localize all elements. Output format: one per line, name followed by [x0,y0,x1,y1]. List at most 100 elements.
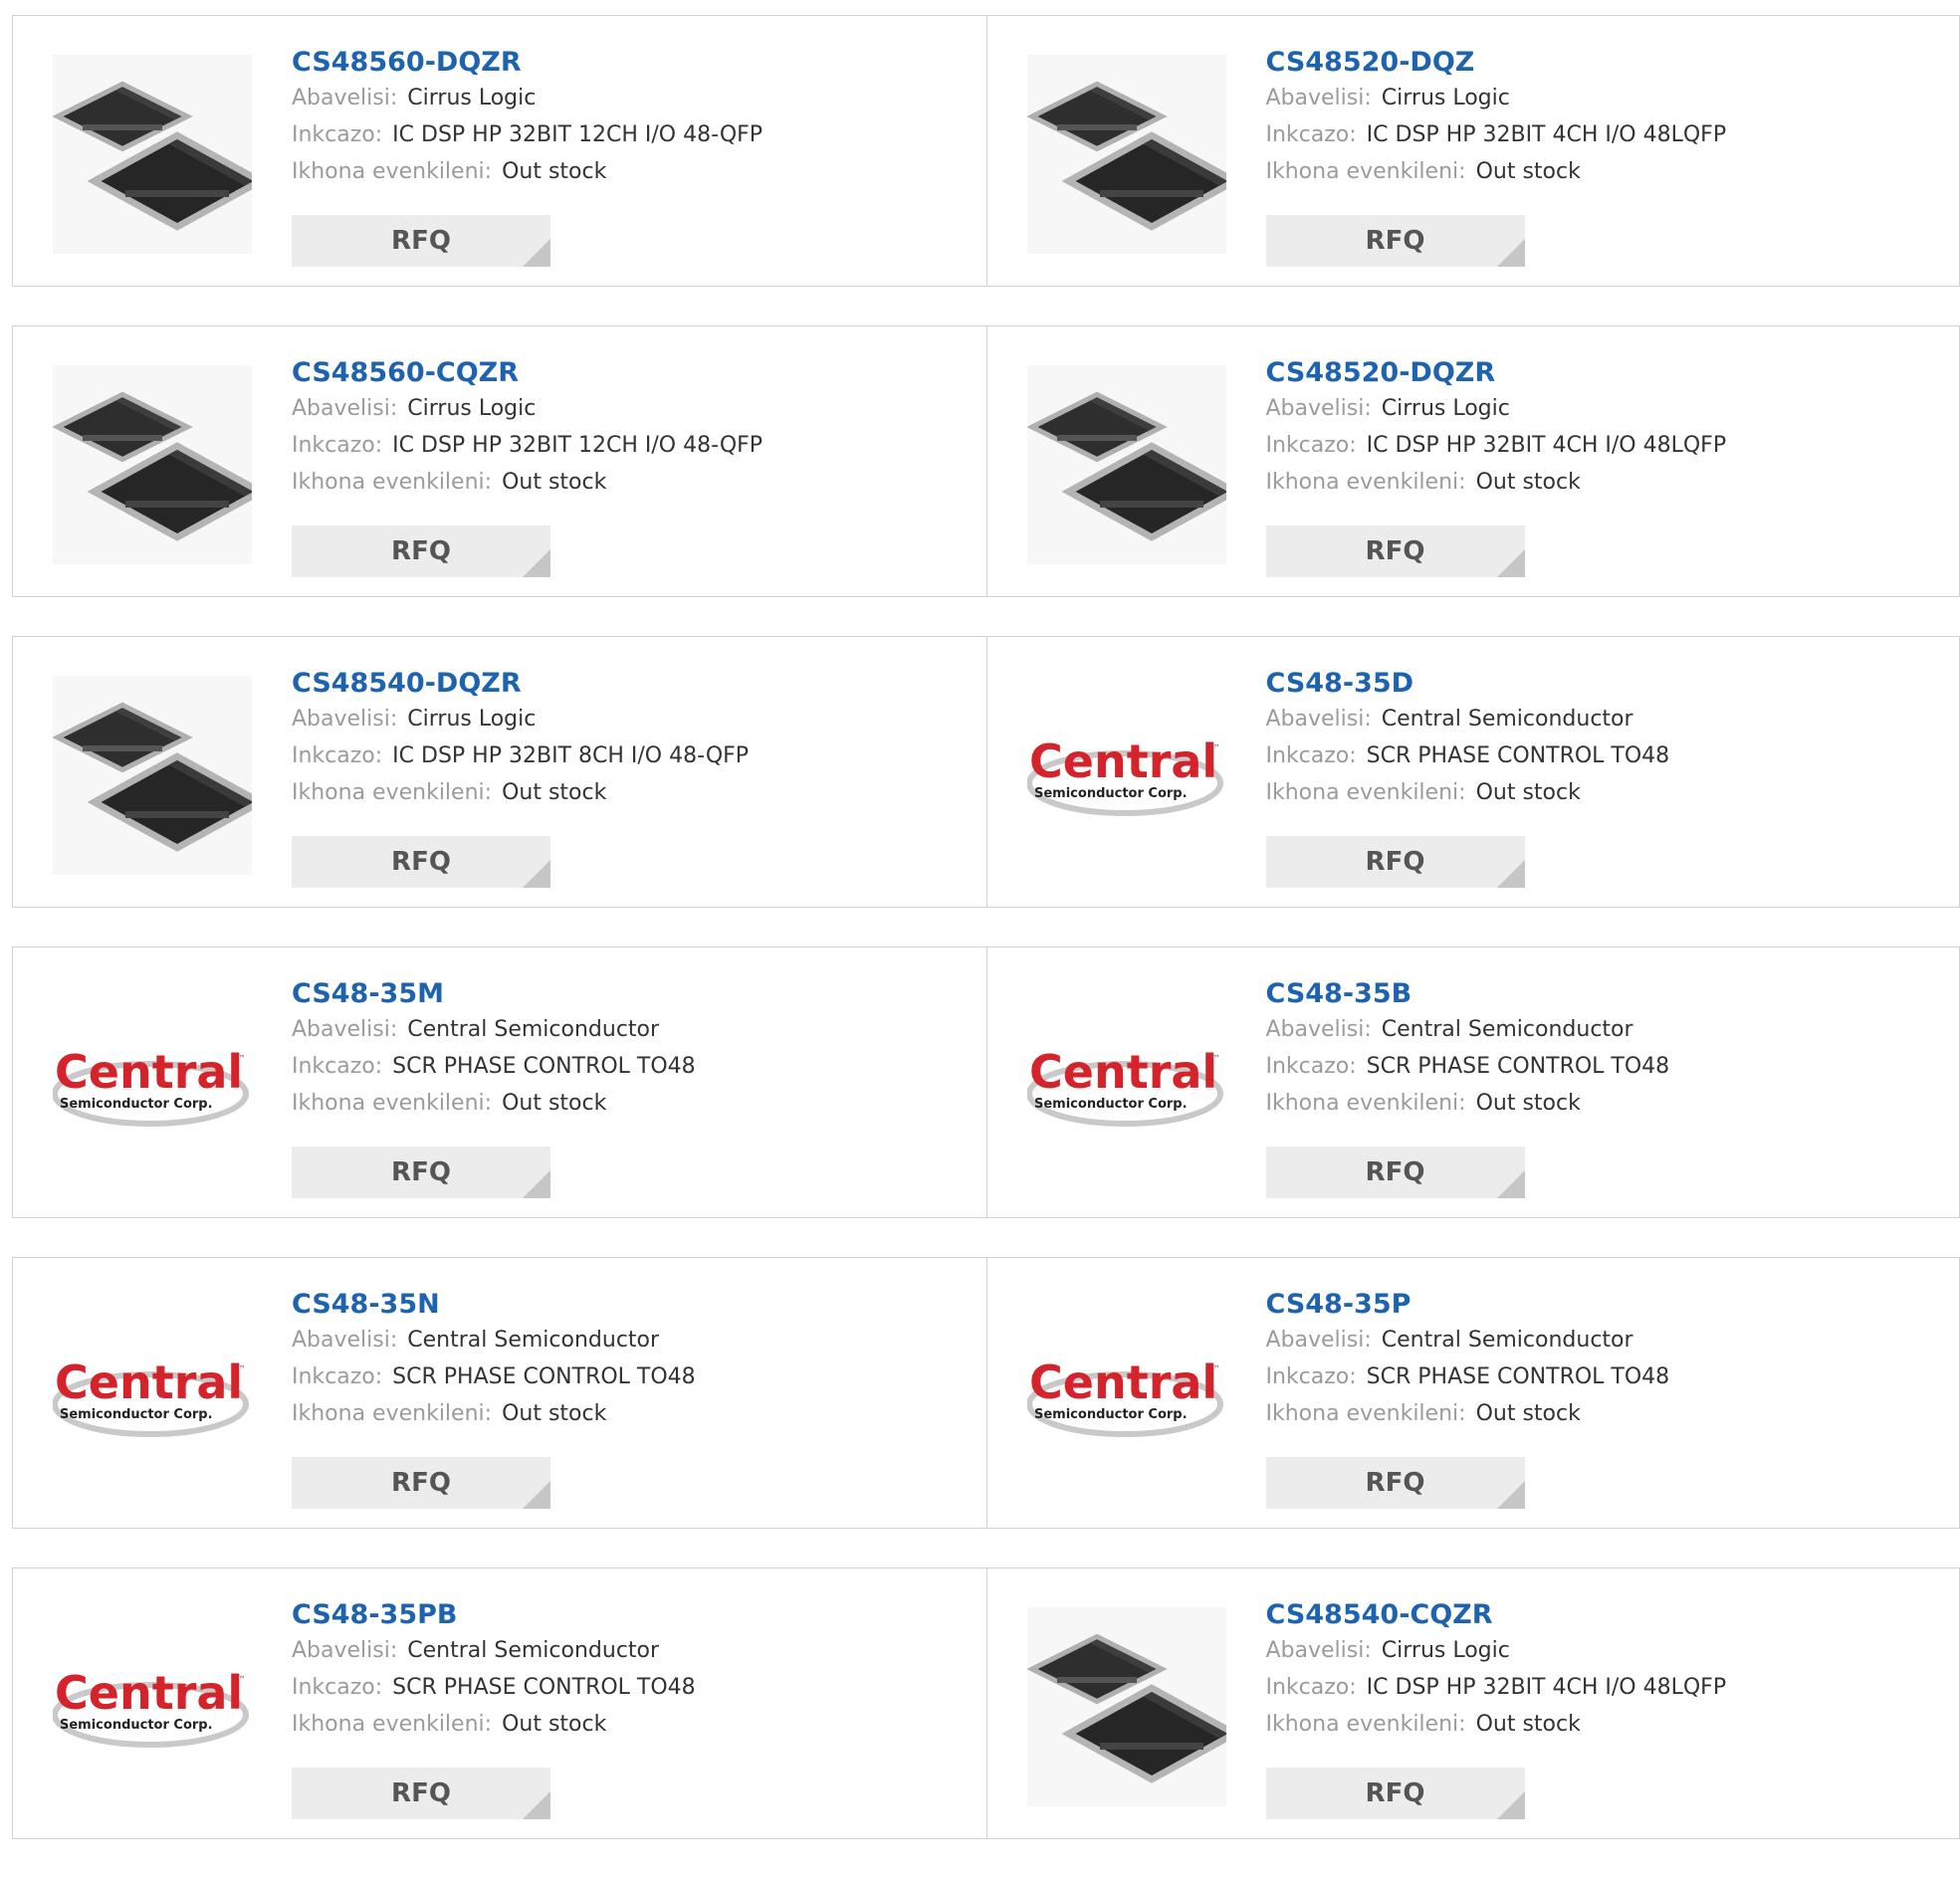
rfq-label: RFQ [391,1468,451,1498]
rfq-button[interactable]: RFQ [1265,836,1525,888]
product-image[interactable] [52,676,268,875]
product-image[interactable] [1025,1607,1242,1806]
rfq-label: RFQ [391,1157,451,1187]
description-label: Inkcazo: [292,1364,383,1389]
part-number-link[interactable]: CS48-35PB [292,1598,967,1632]
product-image[interactable]: Central ™ Semiconductor Corp. [1025,986,1226,1185]
product-image[interactable]: Central ™ Semiconductor Corp. [1025,676,1226,875]
rfq-label: RFQ [391,1778,451,1808]
product-image[interactable]: Central ™ Semiconductor Corp. [1025,1297,1226,1496]
part-number-link[interactable]: CS48520-DQZR [1266,356,1940,390]
manufacturer-value: Cirrus Logic [1381,1638,1510,1663]
rfq-button[interactable]: RFQ [1265,215,1525,267]
part-number-link[interactable]: CS48560-DQZR [292,46,967,80]
part-number-link[interactable]: CS48-35N [292,1288,967,1322]
part-number-link[interactable]: CS48-35M [292,977,967,1011]
product-info: CS48520-DQZ Abavelisi: Cirrus Logic Inkca… [1266,46,1940,190]
description-line: Inkcazo: SCR PHASE CONTROL TO48 [1266,1358,1940,1395]
manufacturer-line: Abavelisi: Cirrus Logic [1266,390,1940,427]
manufacturer-line: Abavelisi: Central Semiconductor [1266,1011,1940,1048]
description-label: Inkcazo: [292,1675,383,1700]
description-line: Inkcazo: SCR PHASE CONTROL TO48 [292,1358,967,1395]
product-image[interactable] [1025,55,1242,254]
logo-tm: ™ [236,1675,246,1686]
product-image[interactable]: Central ™ Semiconductor Corp. [52,1607,252,1806]
logo-sub: Semiconductor Corp. [60,1718,213,1733]
manufacturer-value: Cirrus Logic [407,707,537,731]
stock-line: Ikhona evenkileni: Out stock [1266,1395,1940,1432]
manufacturer-label: Abavelisi: [1265,1328,1372,1353]
manufacturer-line: Abavelisi: Cirrus Logic [1266,1632,1940,1669]
corner-triangle-icon [1496,239,1525,267]
rfq-button[interactable]: RFQ [292,1457,550,1509]
part-number-link[interactable]: CS48520-DQZ [1266,46,1940,80]
stock-line: Ikhona evenkileni: Out stock [292,153,967,190]
manufacturer-line: Abavelisi: Central Semiconductor [1266,1322,1940,1358]
logo-brand: Central [55,1045,243,1099]
rfq-button[interactable]: RFQ [292,836,550,888]
rfq-button[interactable]: RFQ [292,1147,550,1198]
stock-line: Ikhona evenkileni: Out stock [292,1706,967,1743]
product-image[interactable]: Central ™ Semiconductor Corp. [52,986,252,1185]
product-image[interactable] [52,55,268,254]
stock-value: Out stock [502,1091,607,1116]
stock-label: Ikhona evenkileni: [292,1091,493,1116]
description-label: Inkcazo: [1265,122,1357,147]
rfq-button[interactable]: RFQ [292,525,550,577]
rfq-label: RFQ [391,536,451,566]
part-number-link[interactable]: CS48-35B [1266,977,1940,1011]
logo-tm: ™ [1210,1054,1220,1065]
logo-brand: Central [55,1666,243,1720]
product-row: Central ™ Semiconductor Corp. CS48-35PB … [12,1567,1960,1839]
description-line: Inkcazo: SCR PHASE CONTROL TO48 [1266,1048,1940,1085]
manufacturer-value: Central Semiconductor [407,1017,660,1042]
manufacturer-line: Abavelisi: Cirrus Logic [292,80,967,116]
rfq-label: RFQ [1365,226,1425,256]
description-value: IC DSP HP 32BIT 12CH I/O 48-QFP [392,433,763,458]
product-card: Central ™ Semiconductor Corp. CS48-35M A… [13,947,986,1217]
description-value: SCR PHASE CONTROL TO48 [1366,743,1670,768]
qfp-chip-icon [52,365,268,564]
rfq-button[interactable]: RFQ [1265,1457,1525,1509]
corner-triangle-icon [523,239,550,267]
manufacturer-label: Abavelisi: [292,86,398,110]
manufacturer-line: Abavelisi: Cirrus Logic [292,701,967,737]
product-image[interactable] [52,365,268,564]
stock-line: Ikhona evenkileni: Out stock [292,774,967,811]
product-image[interactable]: Central ™ Semiconductor Corp. [52,1297,252,1496]
logo-tm: ™ [236,1054,246,1065]
part-number-link[interactable]: CS48540-DQZR [292,667,967,701]
part-number-link[interactable]: CS48560-CQZR [292,356,967,390]
corner-triangle-icon [523,1481,550,1509]
corner-triangle-icon [523,1791,550,1819]
product-row: Central ™ Semiconductor Corp. CS48-35M A… [12,946,1960,1218]
product-info: CS48520-DQZR Abavelisi: Cirrus Logic Inkc… [1266,356,1940,501]
product-image[interactable] [1025,365,1242,564]
logo-brand: Central [1029,1356,1217,1409]
product-card: CS48520-DQZR Abavelisi: Cirrus Logic Inkc… [985,326,1960,596]
qfp-chip-icon [52,55,268,254]
stock-line: Ikhona evenkileni: Out stock [1266,1706,1940,1743]
stock-label: Ikhona evenkileni: [292,1401,493,1426]
stock-label: Ikhona evenkileni: [292,470,493,495]
product-card: Central ™ Semiconductor Corp. CS48-35N A… [13,1258,986,1528]
product-card: CS48560-DQZR Abavelisi: Cirrus Logic Inkc… [13,16,986,286]
description-label: Inkcazo: [1265,1364,1357,1389]
part-number-link[interactable]: CS48-35D [1266,667,1940,701]
product-row: CS48540-DQZR Abavelisi: Cirrus Logic Inkc… [12,636,1960,908]
part-number-link[interactable]: CS48-35P [1266,1288,1940,1322]
rfq-button[interactable]: RFQ [292,215,550,267]
stock-label: Ikhona evenkileni: [1265,1712,1466,1737]
product-row: CS48560-CQZR Abavelisi: Cirrus Logic Inkc… [12,325,1960,597]
rfq-button[interactable]: RFQ [1265,1768,1525,1819]
rfq-button[interactable]: RFQ [1265,525,1525,577]
rfq-button[interactable]: RFQ [292,1768,550,1819]
manufacturer-line: Abavelisi: Cirrus Logic [292,390,967,427]
rfq-button[interactable]: RFQ [1265,1147,1525,1198]
manufacturer-label: Abavelisi: [292,1017,398,1042]
part-number-link[interactable]: CS48540-CQZR [1266,1598,1940,1632]
rfq-label: RFQ [1365,1468,1425,1498]
stock-line: Ikhona evenkileni: Out stock [292,1085,967,1122]
description-line: Inkcazo: IC DSP HP 32BIT 8CH I/O 48-QFP [292,737,967,774]
description-line: Inkcazo: IC DSP HP 32BIT 4CH I/O 48LQFP [1266,116,1940,153]
